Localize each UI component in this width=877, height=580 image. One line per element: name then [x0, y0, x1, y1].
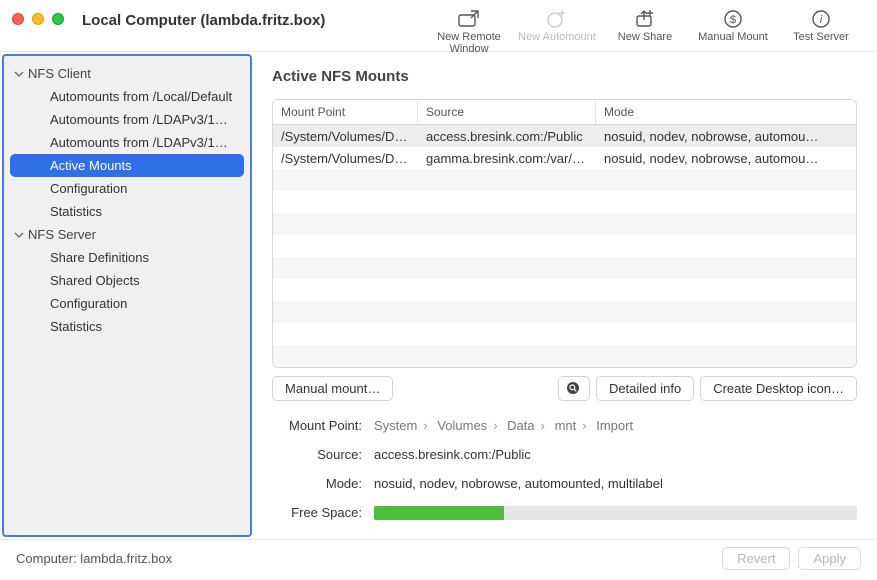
- table-body: /System/Volumes/Da… access.bresink.com:/…: [273, 125, 856, 367]
- sidebar-item-automounts-local[interactable]: Automounts from /Local/Default: [10, 85, 244, 108]
- table-row: [273, 169, 856, 191]
- col-source[interactable]: Source: [418, 100, 596, 124]
- chevron-down-icon: [14, 230, 24, 240]
- table-row: [273, 191, 856, 213]
- chevron-right-icon: ›: [582, 418, 586, 433]
- toolbar-label: Manual Mount: [698, 31, 768, 43]
- cell-mode: nosuid, nodev, nobrowse, automou…: [596, 146, 856, 171]
- window-title: Local Computer (lambda.fritz.box): [82, 12, 325, 29]
- automount-icon: [545, 8, 569, 28]
- cell-mount: /System/Volumes/Da…: [273, 146, 418, 171]
- cell-source: gamma.bresink.com:/var/w…: [418, 146, 596, 171]
- remote-window-icon: [457, 8, 481, 28]
- table-row[interactable]: /System/Volumes/Da… access.bresink.com:/…: [273, 125, 856, 147]
- breadcrumb: System › Volumes › Data › mnt › Import: [374, 418, 633, 433]
- label: Source:: [272, 447, 362, 462]
- footer: Computer: lambda.fritz.box Revert Apply: [0, 539, 877, 577]
- sidebar-group-label: NFS Client: [28, 66, 91, 81]
- sidebar-item-server-stats[interactable]: Statistics: [10, 315, 244, 338]
- sidebar-item-automounts-ldap1[interactable]: Automounts from /LDAPv3/192....: [10, 108, 244, 131]
- svg-text:i: i: [820, 14, 823, 26]
- label: Free Space:: [272, 505, 362, 520]
- crumb-seg[interactable]: System: [374, 418, 417, 433]
- crumb-seg[interactable]: Data: [507, 418, 534, 433]
- detail-source: Source: access.bresink.com:/Public: [272, 447, 857, 462]
- table-header: Mount Point Source Mode: [273, 100, 856, 125]
- label: Mode:: [272, 476, 362, 491]
- table-row: [273, 345, 856, 367]
- toolbar-test-server[interactable]: i Test Server: [777, 8, 865, 55]
- chevron-right-icon: ›: [541, 418, 545, 433]
- table-row[interactable]: /System/Volumes/Da… gamma.bresink.com:/v…: [273, 147, 856, 169]
- toolbar-new-share[interactable]: New Share: [601, 8, 689, 55]
- value: nosuid, nodev, nobrowse, automounted, mu…: [374, 476, 663, 491]
- table-row: [273, 323, 856, 345]
- sidebar-item-client-stats[interactable]: Statistics: [10, 200, 244, 223]
- free-space-bar: [374, 506, 857, 520]
- svg-text:$: $: [730, 14, 736, 26]
- sidebar-item-server-config[interactable]: Configuration: [10, 292, 244, 315]
- crumb-seg[interactable]: mnt: [555, 418, 577, 433]
- quicklook-button[interactable]: [558, 376, 590, 401]
- apply-button[interactable]: Apply: [798, 547, 861, 570]
- toolbar-new-automount: New Automount: [513, 8, 601, 55]
- crumb-seg[interactable]: Volumes: [437, 418, 487, 433]
- detailed-info-button[interactable]: Detailed info: [596, 376, 694, 401]
- sidebar: NFS Client Automounts from /Local/Defaul…: [2, 54, 252, 537]
- content-pane: Active NFS Mounts Mount Point Source Mod…: [252, 52, 877, 539]
- minimize-icon[interactable]: [32, 13, 44, 25]
- toolbar-label: New Share: [618, 31, 672, 43]
- magnify-icon: [567, 382, 581, 396]
- col-mode[interactable]: Mode: [596, 100, 856, 124]
- table-row: [273, 235, 856, 257]
- table-row: [273, 213, 856, 235]
- chevron-right-icon: ›: [423, 418, 427, 433]
- toolbar: New Remote Window New Automount New Shar…: [425, 8, 865, 55]
- toolbar-label: New Automount: [518, 31, 596, 43]
- sidebar-group-nfs-server[interactable]: NFS Server: [4, 223, 250, 246]
- detail-mount-point: Mount Point: System › Volumes › Data › mnt ›…: [272, 418, 857, 433]
- sidebar-item-automounts-ldap2[interactable]: Automounts from /LDAPv3/192....: [10, 131, 244, 154]
- col-mount[interactable]: Mount Point: [273, 100, 418, 124]
- detail-free-space: Free Space:: [272, 505, 857, 520]
- zoom-icon[interactable]: [52, 13, 64, 25]
- toolbar-manual-mount[interactable]: $ Manual Mount: [689, 8, 777, 55]
- titlebar: Local Computer (lambda.fritz.box) New Re…: [0, 0, 877, 52]
- share-icon: [633, 8, 657, 28]
- section-title: Active NFS Mounts: [272, 68, 857, 85]
- sidebar-item-share-defs[interactable]: Share Definitions: [10, 246, 244, 269]
- sidebar-group-nfs-client[interactable]: NFS Client: [4, 62, 250, 85]
- detail-mode: Mode: nosuid, nodev, nobrowse, automount…: [272, 476, 857, 491]
- button-row: Manual mount… Detailed info Create Deskt…: [272, 376, 857, 401]
- manual-mount-button[interactable]: Manual mount…: [272, 376, 393, 401]
- revert-button[interactable]: Revert: [722, 547, 790, 570]
- sidebar-group-label: NFS Server: [28, 227, 96, 242]
- sidebar-item-shared-objects[interactable]: Shared Objects: [10, 269, 244, 292]
- create-desktop-icon-button[interactable]: Create Desktop icon…: [700, 376, 857, 401]
- traffic-lights: [12, 13, 64, 25]
- label: Mount Point:: [272, 418, 362, 433]
- table-row: [273, 301, 856, 323]
- mounts-table: Mount Point Source Mode /System/Volumes/…: [272, 99, 857, 368]
- chevron-right-icon: ›: [493, 418, 497, 433]
- chevron-down-icon: [14, 69, 24, 79]
- crumb-seg[interactable]: Import: [596, 418, 633, 433]
- free-space-fill: [374, 506, 504, 520]
- toolbar-new-remote-window[interactable]: New Remote Window: [425, 8, 513, 55]
- table-row: [273, 279, 856, 301]
- info-icon: i: [809, 8, 833, 28]
- footer-computer: Computer: lambda.fritz.box: [16, 551, 172, 566]
- manual-mount-icon: $: [721, 8, 745, 28]
- close-icon[interactable]: [12, 13, 24, 25]
- sidebar-item-active-mounts[interactable]: Active Mounts: [10, 154, 244, 177]
- table-row: [273, 257, 856, 279]
- value: access.bresink.com:/Public: [374, 447, 531, 462]
- sidebar-item-client-config[interactable]: Configuration: [10, 177, 244, 200]
- toolbar-label: Test Server: [793, 31, 849, 43]
